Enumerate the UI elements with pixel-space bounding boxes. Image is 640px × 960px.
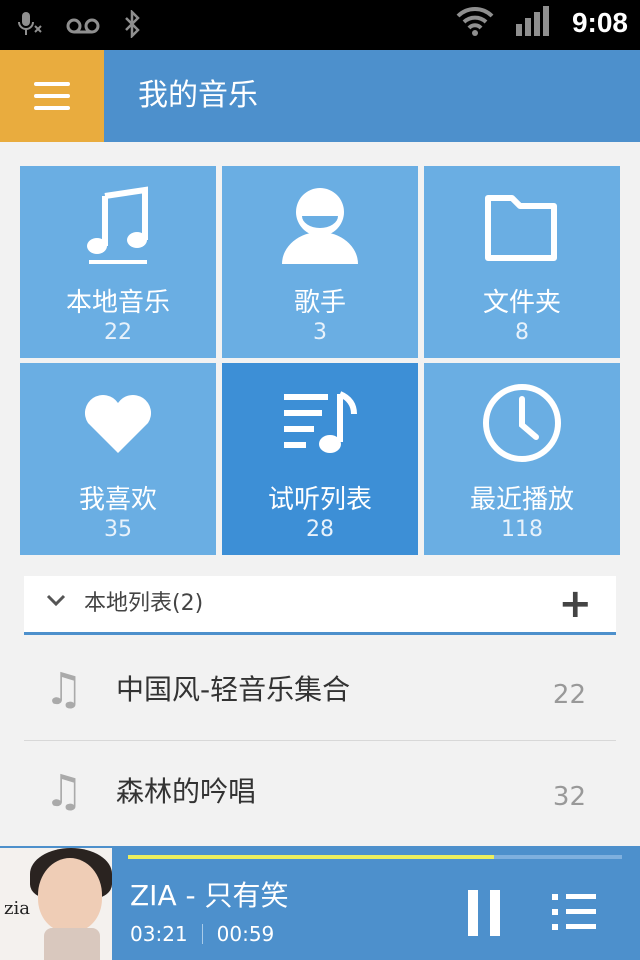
tile-favorites[interactable]: 我喜欢 35 — [20, 363, 216, 555]
time-display: 03:21 00:59 — [130, 922, 274, 946]
progress-bar[interactable] — [128, 855, 622, 859]
tile-label: 我喜欢 — [78, 485, 157, 515]
tile-count: 3 — [313, 320, 327, 345]
playlist-name: 中国风-轻音乐集合 — [116, 673, 351, 706]
tile-label: 歌手 — [293, 288, 346, 318]
progress-fill — [128, 855, 494, 859]
music-note-icon: ♫ — [44, 664, 84, 715]
menu-button[interactable] — [0, 50, 104, 142]
tile-count: 8 — [515, 320, 529, 345]
tile-recent[interactable]: 最近播放 118 — [424, 363, 620, 555]
tile-label: 本地音乐 — [65, 288, 170, 318]
category-grid: 本地音乐 22 歌手 3 文件夹 8 我喜欢 35 试听列表 28 最近播放 1… — [20, 166, 620, 556]
chevron-down-icon — [46, 590, 66, 616]
bluetooth-icon — [122, 8, 142, 45]
folder-icon — [424, 186, 620, 266]
singer-icon — [222, 186, 418, 266]
current-time: 03:21 — [130, 922, 188, 946]
clock-icon — [424, 383, 620, 463]
list-item[interactable]: ♫ 森林的吟唱 32 — [24, 742, 616, 842]
tile-count: 118 — [501, 517, 543, 542]
playlist-icon[interactable] — [552, 892, 598, 932]
remaining-time: 00:59 — [216, 922, 275, 946]
tile-count: 35 — [104, 517, 132, 542]
mic-muted-icon — [16, 10, 44, 45]
track-title: ZIA - 只有笑 — [130, 879, 289, 912]
tile-label: 文件夹 — [482, 288, 561, 318]
tile-count: 22 — [104, 320, 132, 345]
signal-icon — [515, 6, 550, 40]
app-bar: 我的音乐 — [0, 50, 640, 142]
wifi-icon — [456, 6, 494, 40]
voicemail-icon — [66, 13, 100, 43]
music-note-icon — [20, 186, 216, 266]
tile-count: 28 — [306, 517, 334, 542]
mini-player: zia ZIA - 只有笑 03:21 00:59 — [0, 846, 640, 960]
list-item[interactable]: ♫ 中国风-轻音乐集合 22 — [24, 640, 616, 741]
playlist-name: 森林的吟唱 — [116, 775, 257, 808]
playlist-icon — [222, 383, 418, 463]
tile-singer[interactable]: 歌手 3 — [222, 166, 418, 358]
clock-time: 9:08 — [571, 7, 628, 38]
album-brand-text: zia — [4, 898, 30, 919]
local-list-header[interactable]: 本地列表(2) + — [24, 576, 616, 635]
add-playlist-button[interactable]: + — [558, 582, 592, 626]
album-art[interactable]: zia — [0, 848, 112, 960]
status-bar: 9:08 — [0, 0, 640, 50]
music-note-icon: ♫ — [44, 766, 84, 817]
page-title: 我的音乐 — [138, 78, 258, 113]
tile-label: 试听列表 — [267, 485, 372, 515]
pause-button[interactable] — [468, 890, 502, 936]
tile-folder[interactable]: 文件夹 8 — [424, 166, 620, 358]
hamburger-menu-icon — [34, 82, 70, 110]
tile-local-music[interactable]: 本地音乐 22 — [20, 166, 216, 358]
playlist-count: 22 — [552, 680, 586, 710]
time-separator — [201, 924, 203, 944]
local-list-title: 本地列表(2) — [84, 591, 204, 616]
tile-trial-list[interactable]: 试听列表 28 — [222, 363, 418, 555]
tile-label: 最近播放 — [469, 485, 574, 515]
heart-icon — [20, 383, 216, 463]
playlist-count: 32 — [552, 782, 586, 812]
